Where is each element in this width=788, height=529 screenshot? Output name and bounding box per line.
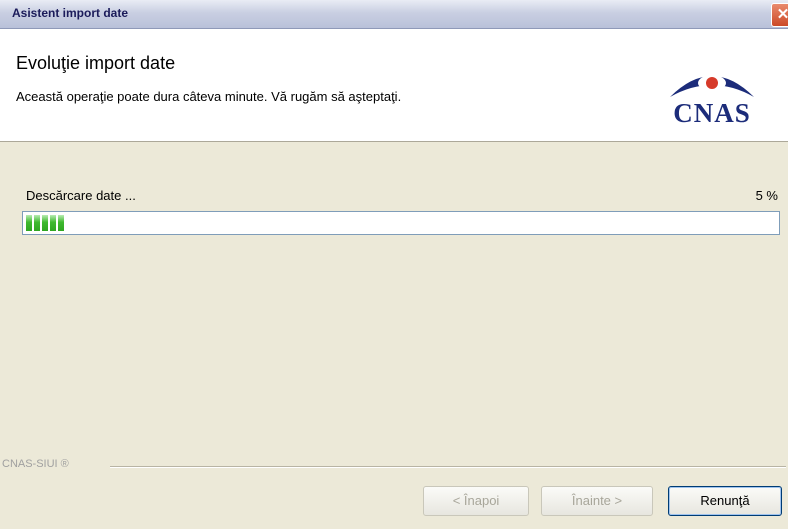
close-button[interactable]: ✕ — [771, 3, 788, 27]
page-subtitle: Această operaţie poate dura câteva minut… — [16, 89, 402, 104]
progress-chunk — [42, 215, 48, 231]
progress-chunk — [26, 215, 32, 231]
back-button[interactable]: < Înapoi — [423, 486, 529, 516]
wizard-header: Evoluţie import date Această operaţie po… — [0, 29, 788, 142]
footer-brand: CNAS-SIUI ® — [2, 458, 69, 470]
progress-percent: 5 % — [755, 188, 778, 203]
logo-text: CNAS — [673, 98, 751, 128]
progress-fill — [26, 215, 64, 231]
import-wizard-window: Asistent import date ✕ Evoluţie import d… — [0, 0, 788, 529]
title-bar[interactable]: Asistent import date ✕ — [0, 0, 788, 29]
progress-chunk — [50, 215, 56, 231]
window-title: Asistent import date — [12, 6, 129, 20]
progress-bar — [22, 211, 780, 235]
progress-chunk — [58, 215, 64, 231]
cnas-logo-emblem — [670, 75, 754, 97]
cnas-logo: CNAS — [652, 61, 772, 131]
logo-pupil — [706, 77, 718, 89]
close-icon: ✕ — [776, 6, 788, 23]
progress-chunk — [34, 215, 40, 231]
footer-divider — [110, 466, 786, 468]
cancel-button[interactable]: Renunţă — [668, 486, 782, 516]
next-button[interactable]: Înainte > — [541, 486, 653, 516]
progress-status-label: Descărcare date ... — [26, 188, 136, 203]
page-title: Evoluţie import date — [16, 53, 176, 73]
